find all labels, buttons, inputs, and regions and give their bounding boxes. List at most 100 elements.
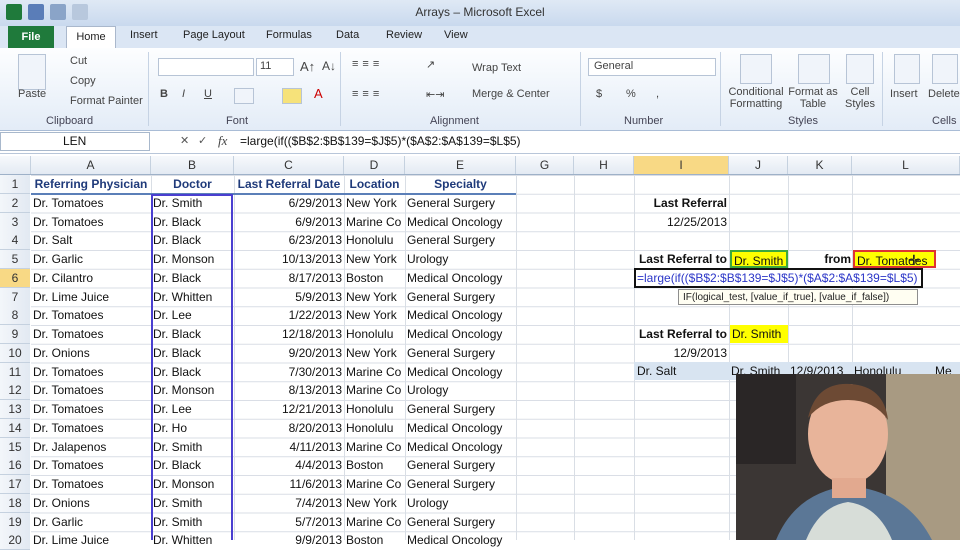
- cell-location-row-20[interactable]: Boston: [346, 531, 404, 549]
- format-table-icon[interactable]: [798, 54, 830, 84]
- borders-icon[interactable]: [234, 88, 254, 104]
- cell-specialty-row-14[interactable]: Medical Oncology: [407, 419, 515, 437]
- col-header-h[interactable]: H: [574, 156, 634, 174]
- underline-button[interactable]: U: [204, 88, 212, 100]
- cell-date-row-7[interactable]: 5/9/2013: [236, 288, 342, 306]
- tab-page-layout[interactable]: Page Layout: [183, 29, 245, 41]
- header-referring-physician[interactable]: Referring Physician: [32, 175, 150, 193]
- cell-physician-row-10[interactable]: Dr. Onions: [33, 344, 149, 362]
- cell-date-row-3[interactable]: 6/9/2013: [236, 213, 342, 231]
- insert-cells-icon[interactable]: [894, 54, 920, 84]
- orientation-icon[interactable]: ↗: [426, 58, 435, 71]
- row-header-14[interactable]: 14: [0, 418, 30, 438]
- cell-specialty-row-7[interactable]: General Surgery: [407, 288, 515, 306]
- cell-date-row-19[interactable]: 5/7/2013: [236, 513, 342, 531]
- cell-physician-row-12[interactable]: Dr. Tomatoes: [33, 381, 149, 399]
- cell-date-row-2[interactable]: 6/29/2013: [236, 194, 342, 212]
- row-header-12[interactable]: 12: [0, 381, 30, 401]
- cell-physician-row-7[interactable]: Dr. Lime Juice: [33, 288, 149, 306]
- cell-date-row-10[interactable]: 9/20/2013: [236, 344, 342, 362]
- cell-location-row-14[interactable]: Honolulu: [346, 419, 404, 437]
- cell-specialty-row-4[interactable]: General Surgery: [407, 231, 515, 249]
- col-header-l[interactable]: L: [852, 156, 960, 174]
- row-header-19[interactable]: 19: [0, 512, 30, 532]
- cut-button[interactable]: Cut: [70, 55, 87, 67]
- row-header-7[interactable]: 7: [0, 287, 30, 307]
- doctor-criteria-cell-2[interactable]: Dr. Smith: [730, 325, 788, 343]
- fill-color-icon[interactable]: [282, 88, 302, 104]
- cell-location-row-8[interactable]: New York: [346, 306, 404, 324]
- row11-physician[interactable]: Dr. Salt: [637, 362, 727, 380]
- cell-specialty-row-10[interactable]: General Surgery: [407, 344, 515, 362]
- cell-physician-row-19[interactable]: Dr. Garlic: [33, 513, 149, 531]
- cell-location-row-6[interactable]: Boston: [346, 269, 404, 287]
- cell-date-row-6[interactable]: 8/17/2013: [236, 269, 342, 287]
- format-painter-button[interactable]: Format Painter: [70, 95, 143, 107]
- header-last-referral-date[interactable]: Last Referral Date: [235, 175, 343, 193]
- col-header-e[interactable]: E: [405, 156, 516, 174]
- cell-date-row-16[interactable]: 4/4/2013: [236, 456, 342, 474]
- font-name-dropdown[interactable]: [158, 58, 254, 76]
- cell-location-row-4[interactable]: Honolulu: [346, 231, 404, 249]
- cell-date-row-5[interactable]: 10/13/2013: [236, 250, 342, 268]
- row-header-10[interactable]: 10: [0, 343, 30, 363]
- tab-home[interactable]: Home: [66, 26, 116, 49]
- cell-location-row-7[interactable]: New York: [346, 288, 404, 306]
- cell-specialty-row-17[interactable]: General Surgery: [407, 475, 515, 493]
- cell-date-row-14[interactable]: 8/20/2013: [236, 419, 342, 437]
- name-box[interactable]: LEN: [0, 132, 150, 151]
- cell-specialty-row-15[interactable]: Medical Oncology: [407, 438, 515, 456]
- cancel-formula-icon[interactable]: ✕: [180, 134, 189, 147]
- last-referral-value[interactable]: 12/25/2013: [636, 213, 727, 231]
- col-header-g[interactable]: G: [516, 156, 574, 174]
- row-header-18[interactable]: 18: [0, 493, 30, 513]
- row-header-20[interactable]: 20: [0, 531, 30, 550]
- cell-location-row-11[interactable]: Marine Co: [346, 363, 404, 381]
- cell-physician-row-14[interactable]: Dr. Tomatoes: [33, 419, 149, 437]
- col-header-i[interactable]: I: [634, 156, 729, 174]
- cell-styles-icon[interactable]: [846, 54, 874, 84]
- tab-review[interactable]: Review: [386, 29, 422, 41]
- merge-center-button[interactable]: Merge & Center: [472, 88, 550, 100]
- cell-specialty-row-19[interactable]: General Surgery: [407, 513, 515, 531]
- last-referral-to-label[interactable]: Last Referral to: [636, 250, 727, 268]
- cell-specialty-row-20[interactable]: Medical Oncology: [407, 531, 515, 549]
- cell-physician-row-4[interactable]: Dr. Salt: [33, 231, 149, 249]
- font-color-icon[interactable]: A: [314, 86, 323, 101]
- row-header-3[interactable]: 3: [0, 212, 30, 232]
- cell-specialty-row-13[interactable]: General Surgery: [407, 400, 515, 418]
- delete-cells-button[interactable]: Delete: [928, 88, 960, 100]
- last-referral-value-2[interactable]: 12/9/2013: [636, 344, 727, 362]
- doctor-criteria-cell[interactable]: Dr. Smith: [730, 250, 788, 268]
- cell-date-row-9[interactable]: 12/18/2013: [236, 325, 342, 343]
- cell-physician-row-6[interactable]: Dr. Cilantro: [33, 269, 149, 287]
- horizontal-align-icons[interactable]: ≡≡≡: [352, 88, 383, 100]
- physician-criteria-cell[interactable]: Dr. Tomatoes: [853, 250, 936, 268]
- cell-physician-row-8[interactable]: Dr. Tomatoes: [33, 306, 149, 324]
- cell-location-row-13[interactable]: Honolulu: [346, 400, 404, 418]
- cell-location-row-15[interactable]: Marine Co: [346, 438, 404, 456]
- cell-specialty-row-18[interactable]: Urology: [407, 494, 515, 512]
- cell-location-row-10[interactable]: New York: [346, 344, 404, 362]
- header-specialty[interactable]: Specialty: [406, 175, 515, 193]
- col-header-b[interactable]: B: [151, 156, 234, 174]
- comma-button[interactable]: ,: [656, 88, 659, 100]
- select-all-corner[interactable]: [0, 156, 31, 174]
- italic-button[interactable]: I: [182, 88, 185, 100]
- paste-icon[interactable]: [18, 54, 46, 90]
- percent-button[interactable]: %: [626, 88, 636, 100]
- cell-specialty-row-9[interactable]: Medical Oncology: [407, 325, 515, 343]
- cell-physician-row-2[interactable]: Dr. Tomatoes: [33, 194, 149, 212]
- cell-specialty-row-8[interactable]: Medical Oncology: [407, 306, 515, 324]
- tab-view[interactable]: View: [444, 29, 468, 41]
- cell-physician-row-3[interactable]: Dr. Tomatoes: [33, 213, 149, 231]
- cell-date-row-15[interactable]: 4/11/2013: [236, 438, 343, 456]
- formula-input[interactable]: =large(if(($B$2:$B$139=$J$5)*($A$2:$A$13…: [240, 134, 521, 148]
- cell-location-row-18[interactable]: New York: [346, 494, 404, 512]
- active-cell-editor[interactable]: =large(if(($B$2:$B$139=$J$5)*($A$2:$A$13…: [634, 268, 923, 288]
- cell-location-row-9[interactable]: Honolulu: [346, 325, 404, 343]
- cell-location-row-17[interactable]: Marine Co: [346, 475, 404, 493]
- cell-date-row-12[interactable]: 8/13/2013: [236, 381, 342, 399]
- row-header-13[interactable]: 13: [0, 400, 30, 419]
- cell-location-row-19[interactable]: Marine Co: [346, 513, 404, 531]
